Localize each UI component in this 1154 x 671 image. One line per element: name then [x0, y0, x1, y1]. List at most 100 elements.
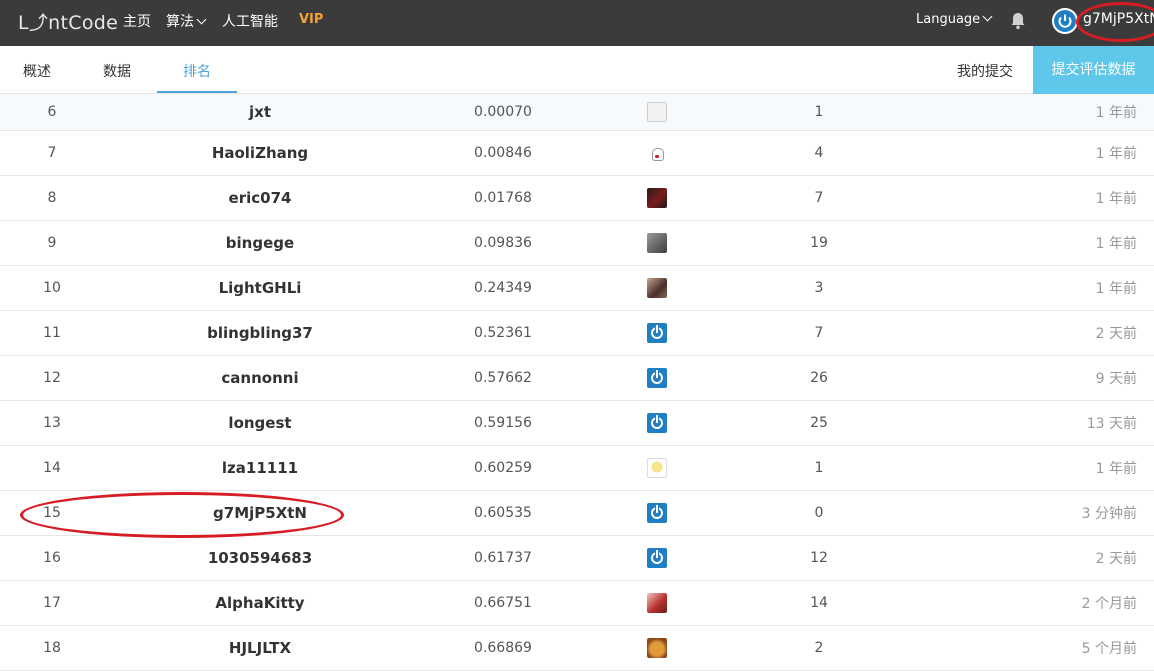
username-cell[interactable]: HaoliZhang	[160, 131, 360, 175]
rank-cell: 6	[47, 104, 57, 120]
table-row: 11 blingbling37 0.52361 7 2 天前	[0, 311, 1154, 356]
time-cell: 1 年前	[1095, 146, 1137, 162]
score-cell: 0.52361	[474, 325, 532, 341]
submissions-cell: 1	[814, 104, 824, 120]
avatar-cell	[645, 581, 669, 625]
table-row: 7 HaoliZhang 0.00846 4 1 年前	[0, 131, 1154, 176]
gray-photo-avatar[interactable]	[647, 233, 667, 253]
avatar-cell	[645, 446, 669, 490]
submissions-cell: 0	[814, 505, 824, 521]
username-cell[interactable]: cannonni	[160, 356, 360, 400]
username-cell[interactable]: eric074	[160, 176, 360, 220]
chevron-down-icon	[196, 14, 207, 25]
time-cell: 3 分钟前	[1081, 506, 1137, 522]
avatar-cell	[645, 491, 669, 535]
rank-cell: 13	[43, 415, 61, 431]
username-cell[interactable]: longest	[160, 401, 360, 445]
time-cell: 9 天前	[1095, 371, 1137, 387]
table-row: 17 AlphaKitty 0.66751 14 2 个月前	[0, 581, 1154, 626]
username-cell[interactable]: AlphaKitty	[160, 581, 360, 625]
avatar-cell	[645, 221, 669, 265]
chevron-down-icon	[982, 11, 993, 22]
rank-cell: 12	[43, 370, 61, 386]
time-cell: 1 年前	[1095, 461, 1137, 477]
score-cell: 0.57662	[474, 370, 532, 386]
score-cell: 0.60535	[474, 505, 532, 521]
tab-ranking[interactable]: 排名	[183, 61, 211, 81]
top-navbar: L⤴ntCode 主页 算法 人工智能 VIP Language g7MjP5X…	[0, 0, 1154, 46]
tab-overview[interactable]: 概述	[23, 61, 51, 81]
nav-ai[interactable]: 人工智能	[222, 11, 278, 31]
username-cell[interactable]: blingbling37	[160, 311, 360, 355]
tiger-avatar[interactable]	[647, 638, 667, 658]
submissions-cell: 26	[810, 370, 828, 386]
language-dropdown[interactable]: Language	[916, 11, 993, 27]
avatar-cell	[645, 94, 669, 130]
leaderboard-table: 6 jxt 0.00070 1 1 年前 7 HaoliZhang 0.00846 4 1 年前 8…	[0, 94, 1154, 671]
lintcode-logo[interactable]: L⤴ntCode	[18, 8, 118, 35]
score-cell: 0.00070	[474, 104, 532, 120]
time-cell: 2 个月前	[1081, 596, 1137, 612]
rank-cell: 17	[43, 595, 61, 611]
ghost-avatar[interactable]	[647, 143, 667, 163]
bell-icon[interactable]	[1010, 12, 1026, 30]
submissions-cell: 4	[814, 145, 824, 161]
submissions-cell: 12	[810, 550, 828, 566]
dark-photo-avatar[interactable]	[647, 188, 667, 208]
rank-cell: 14	[43, 460, 61, 476]
tab-data[interactable]: 数据	[103, 61, 131, 81]
score-cell: 0.61737	[474, 550, 532, 566]
language-label: Language	[916, 12, 981, 27]
time-cell: 1 年前	[1095, 105, 1137, 121]
username-cell[interactable]: jxt	[160, 94, 360, 130]
yellow-cartoon-avatar[interactable]	[647, 458, 667, 478]
score-cell: 0.09836	[474, 235, 532, 251]
default-power-avatar[interactable]	[647, 323, 667, 343]
default-power-avatar[interactable]	[647, 368, 667, 388]
username-cell[interactable]: lza11111	[160, 446, 360, 490]
username-cell[interactable]: bingege	[160, 221, 360, 265]
brown-photo-avatar[interactable]	[647, 278, 667, 298]
rank-cell: 8	[47, 190, 57, 206]
face-sketch-avatar[interactable]	[647, 102, 667, 122]
table-row: 10 LightGHLi 0.24349 3 1 年前	[0, 266, 1154, 311]
submissions-cell: 14	[810, 595, 828, 611]
submissions-cell: 7	[814, 190, 824, 206]
default-power-avatar[interactable]	[647, 548, 667, 568]
rank-cell: 11	[43, 325, 61, 341]
active-tab-indicator	[157, 91, 237, 93]
red-anime-avatar[interactable]	[647, 593, 667, 613]
table-row: 12 cannonni 0.57662 26 9 天前	[0, 356, 1154, 401]
time-cell: 2 天前	[1095, 326, 1137, 342]
username-cell[interactable]: HJLJLTX	[160, 626, 360, 670]
submissions-cell: 7	[814, 325, 824, 341]
highlight-circle-user-row	[20, 492, 344, 538]
rank-cell: 7	[47, 145, 57, 161]
submissions-cell: 25	[810, 415, 828, 431]
table-row: 18 HJLJLTX 0.66869 2 5 个月前	[0, 626, 1154, 671]
nav-vip[interactable]: VIP	[299, 12, 323, 27]
nav-algorithms[interactable]: 算法	[166, 11, 207, 31]
username-cell[interactable]: LightGHLi	[160, 266, 360, 310]
username-cell[interactable]: 1030594683	[160, 536, 360, 580]
submissions-cell: 2	[814, 640, 824, 656]
highlight-circle-username	[1076, 2, 1154, 42]
nav-home[interactable]: 主页	[123, 11, 151, 31]
default-power-avatar[interactable]	[647, 503, 667, 523]
sub-navbar: 概述 数据 排名 我的提交 提交评估数据	[0, 46, 1154, 94]
submissions-cell: 3	[814, 280, 824, 296]
score-cell: 0.60259	[474, 460, 532, 476]
score-cell: 0.24349	[474, 280, 532, 296]
table-row: 6 jxt 0.00070 1 1 年前	[0, 94, 1154, 131]
submit-evaluation-button[interactable]: 提交评估数据	[1033, 46, 1154, 94]
avatar-cell	[645, 401, 669, 445]
submissions-cell: 19	[810, 235, 828, 251]
default-power-avatar[interactable]	[647, 413, 667, 433]
time-cell: 1 年前	[1095, 281, 1137, 297]
user-avatar-icon[interactable]	[1052, 8, 1078, 34]
score-cell: 0.59156	[474, 415, 532, 431]
avatar-cell	[645, 131, 669, 175]
submissions-cell: 1	[814, 460, 824, 476]
score-cell: 0.01768	[474, 190, 532, 206]
my-submissions-link[interactable]: 我的提交	[957, 61, 1013, 81]
